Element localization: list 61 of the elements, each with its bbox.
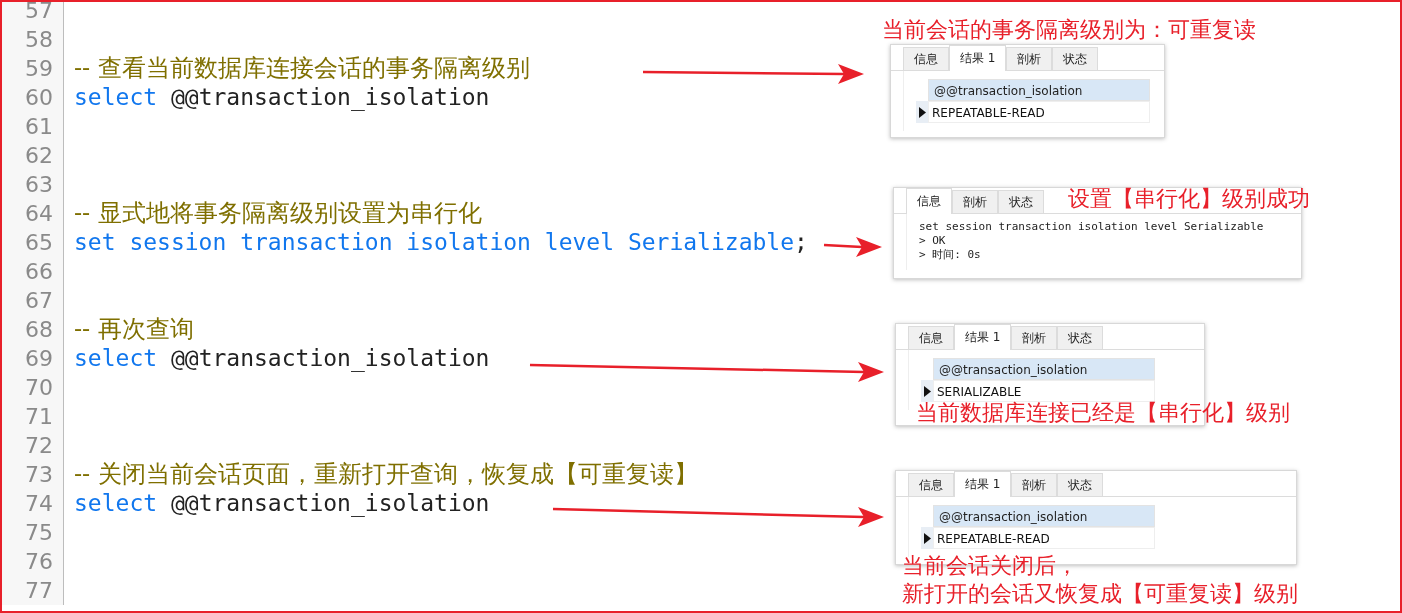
line-number: 61 (2, 112, 64, 141)
line-number: 70 (2, 373, 64, 402)
column-header: @@transaction_isolation (933, 358, 1155, 380)
annotation-caption: 当前会话关闭后， 新打开的会话又恢复成【可重复读】级别 (902, 552, 1298, 608)
line-number: 71 (2, 402, 64, 431)
line-number: 72 (2, 431, 64, 460)
panel-tab[interactable]: 结果 1 (954, 471, 1012, 497)
line-number: 57 (2, 2, 64, 25)
table-cell: REPEATABLE-READ (933, 527, 1155, 549)
code-comment: -- 查看当前数据库连接会话的事务隔离级别 (74, 54, 530, 83)
panel-tab[interactable]: 结果 1 (954, 324, 1012, 350)
annotation-caption: 设置【串行化】级别成功 (1068, 185, 1310, 213)
line-number: 66 (2, 257, 64, 286)
panel-tab[interactable]: 信息 (903, 47, 949, 70)
panel-tab[interactable]: 状态 (1052, 47, 1099, 70)
row-pointer-icon (916, 101, 928, 123)
row-pointer-icon (921, 527, 933, 549)
table-cell: REPEATABLE-READ (928, 101, 1150, 123)
column-header: @@transaction_isolation (933, 505, 1155, 527)
annotation-caption: 当前会话的事务隔离级别为：可重复读 (882, 16, 1256, 44)
line-number: 77 (2, 576, 64, 605)
panel-tab[interactable]: 状态 (1057, 326, 1104, 349)
code-line: select @@transaction_isolation (74, 344, 490, 373)
table-cell: SERIALIZABLE (933, 380, 1155, 402)
panel-tab[interactable]: 状态 (1057, 473, 1104, 496)
message-line: set session transaction isolation level Serializable (919, 220, 1265, 234)
line-number: 75 (2, 518, 64, 547)
panel-tab[interactable]: 剖析 (952, 190, 998, 213)
panel-tab[interactable]: 剖析 (1011, 473, 1058, 496)
line-number: 73 (2, 460, 64, 489)
code-comment: -- 关闭当前会话页面，重新打开查询，恢复成【可重复读】 (74, 460, 698, 489)
line-number: 59 (2, 54, 64, 83)
panel-tab[interactable]: 信息 (906, 188, 952, 214)
code-comment: -- 再次查询 (74, 315, 194, 344)
row-pointer-icon (921, 380, 933, 402)
line-number: 67 (2, 286, 64, 315)
line-number: 74 (2, 489, 64, 518)
line-number: 76 (2, 547, 64, 576)
line-number: 68 (2, 315, 64, 344)
panel-tab[interactable]: 剖析 (1011, 326, 1058, 349)
line-number: 60 (2, 83, 64, 112)
panel-tab[interactable]: 结果 1 (949, 45, 1007, 71)
panel-tab[interactable]: 剖析 (1006, 47, 1053, 70)
line-number: 69 (2, 344, 64, 373)
code-line: select @@transaction_isolation (74, 489, 490, 518)
code-line: set session transaction isolation level Serializable; (74, 228, 808, 257)
line-number: 65 (2, 228, 64, 257)
line-number: 62 (2, 141, 64, 170)
arrow (823, 237, 882, 257)
line-number: 63 (2, 170, 64, 199)
panel-tab[interactable]: 信息 (908, 473, 954, 496)
panel-tab[interactable]: 信息 (908, 326, 954, 349)
annotation-caption: 当前数据库连接已经是【串行化】级别 (916, 399, 1290, 427)
code-line: select @@transaction_isolation (74, 83, 490, 112)
message-line: > OK (919, 234, 947, 248)
panel-tab[interactable]: 状态 (998, 190, 1044, 213)
line-number: 58 (2, 25, 64, 54)
line-number: 64 (2, 199, 64, 228)
message-line: > 时间: 0s (919, 248, 982, 262)
column-header: @@transaction_isolation (928, 79, 1150, 101)
code-comment: -- 显式地将事务隔离级别设置为串行化 (74, 199, 482, 228)
